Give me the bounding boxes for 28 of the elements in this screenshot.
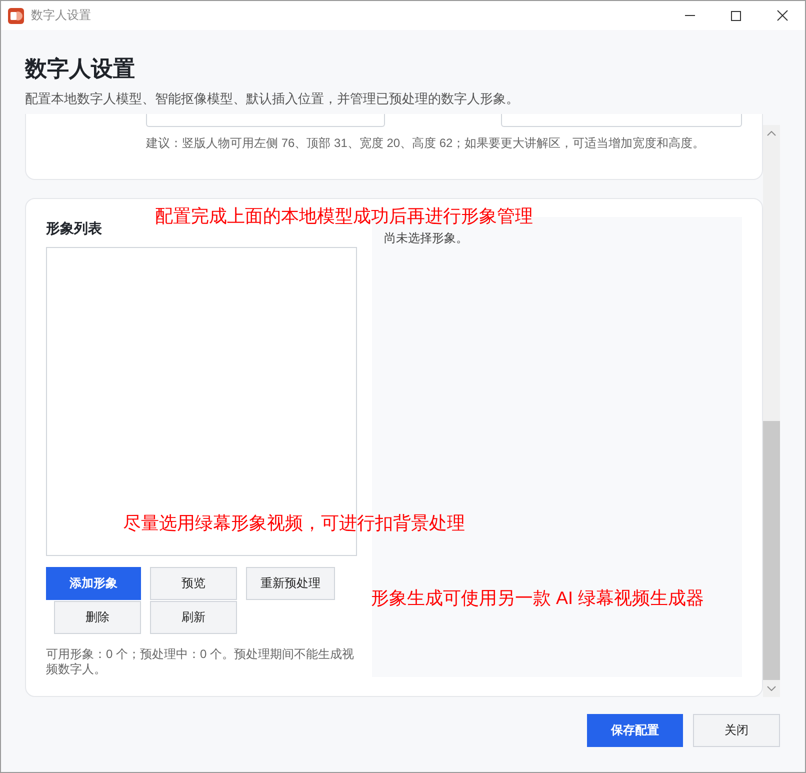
scrollbar-thumb[interactable]	[763, 421, 780, 680]
app-icon	[8, 8, 24, 24]
section-title: 形象列表	[46, 219, 102, 237]
close-button[interactable]: 关闭	[693, 714, 780, 747]
scrollbar-track[interactable]	[763, 125, 780, 697]
preview-button[interactable]: 预览	[150, 567, 237, 600]
annotation-text: 配置完成上面的本地模型成功后再进行形象管理	[155, 206, 533, 227]
chevron-up-icon[interactable]	[767, 131, 776, 136]
save-button[interactable]: 保存配置	[587, 714, 683, 747]
annotation-text: 形象生成可使用另一款 AI 绿幕视频生成器	[371, 588, 704, 609]
page-title: 数字人设置	[25, 55, 136, 83]
chevron-down-icon[interactable]	[767, 686, 776, 691]
status-text: 可用形象：0 个；预处理中：0 个。预处理期间不能生成视频数字人。	[46, 647, 356, 677]
add-button[interactable]: 添加形象	[46, 567, 141, 600]
close-icon	[776, 10, 788, 21]
reprocess-button[interactable]: 重新预处理	[246, 567, 335, 600]
hint-text: 建议：竖版人物可用左侧 76、顶部 31、宽度 20、高度 62；如果要更大讲解区，可适当增加宽度和高度。	[146, 135, 706, 152]
annotation-text: 尽量选用绿幕形象视频，可进行扣背景处理	[123, 513, 465, 534]
delete-button[interactable]: 删除	[54, 601, 141, 634]
maximize-icon	[731, 10, 741, 20]
avatar-list[interactable]	[46, 247, 357, 556]
empty-message: 尚未选择形象。	[384, 230, 468, 247]
minimize-icon	[685, 15, 695, 16]
refresh-button[interactable]: 刷新	[150, 601, 237, 634]
input-field[interactable]	[501, 114, 742, 127]
page-subtitle: 配置本地数字人模型、智能抠像模型、默认插入位置，并管理已预处理的数字人形象。	[25, 90, 520, 108]
input-field[interactable]	[146, 114, 385, 127]
window-title: 数字人设置	[31, 7, 91, 24]
